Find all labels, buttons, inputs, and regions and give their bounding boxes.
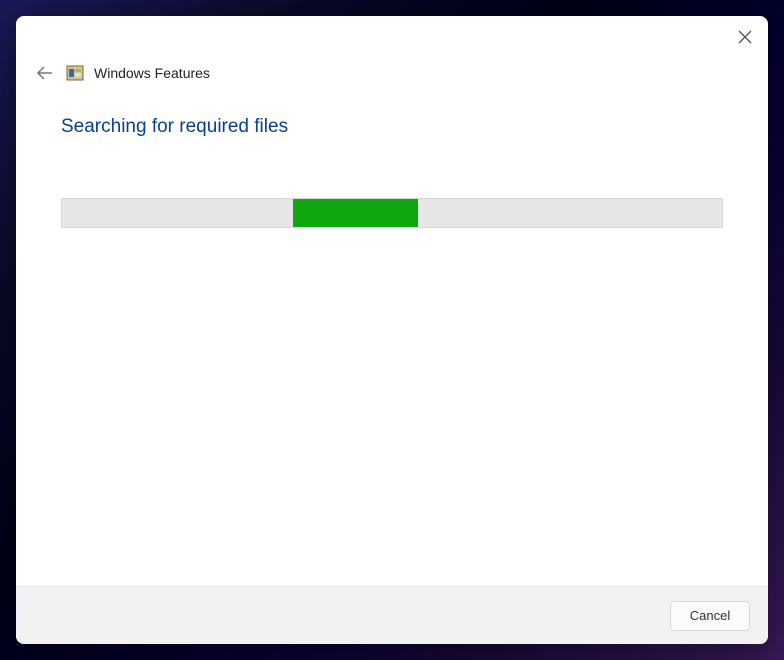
close-button[interactable]: [732, 24, 758, 50]
header-row: Windows Features: [16, 58, 768, 88]
close-icon: [738, 30, 752, 44]
windows-features-dialog: Windows Features Searching for required …: [16, 16, 768, 644]
progress-bar: [61, 198, 723, 228]
dialog-footer: Cancel: [16, 586, 768, 644]
windows-features-icon: [66, 64, 84, 82]
status-heading: Searching for required files: [61, 116, 723, 138]
cancel-button[interactable]: Cancel: [670, 601, 750, 631]
window-title: Windows Features: [94, 65, 210, 81]
progress-chunk: [293, 199, 418, 227]
back-arrow-icon: [36, 64, 54, 82]
content-area: Searching for required files: [16, 88, 768, 586]
back-button[interactable]: [34, 62, 56, 84]
titlebar: [16, 16, 768, 58]
